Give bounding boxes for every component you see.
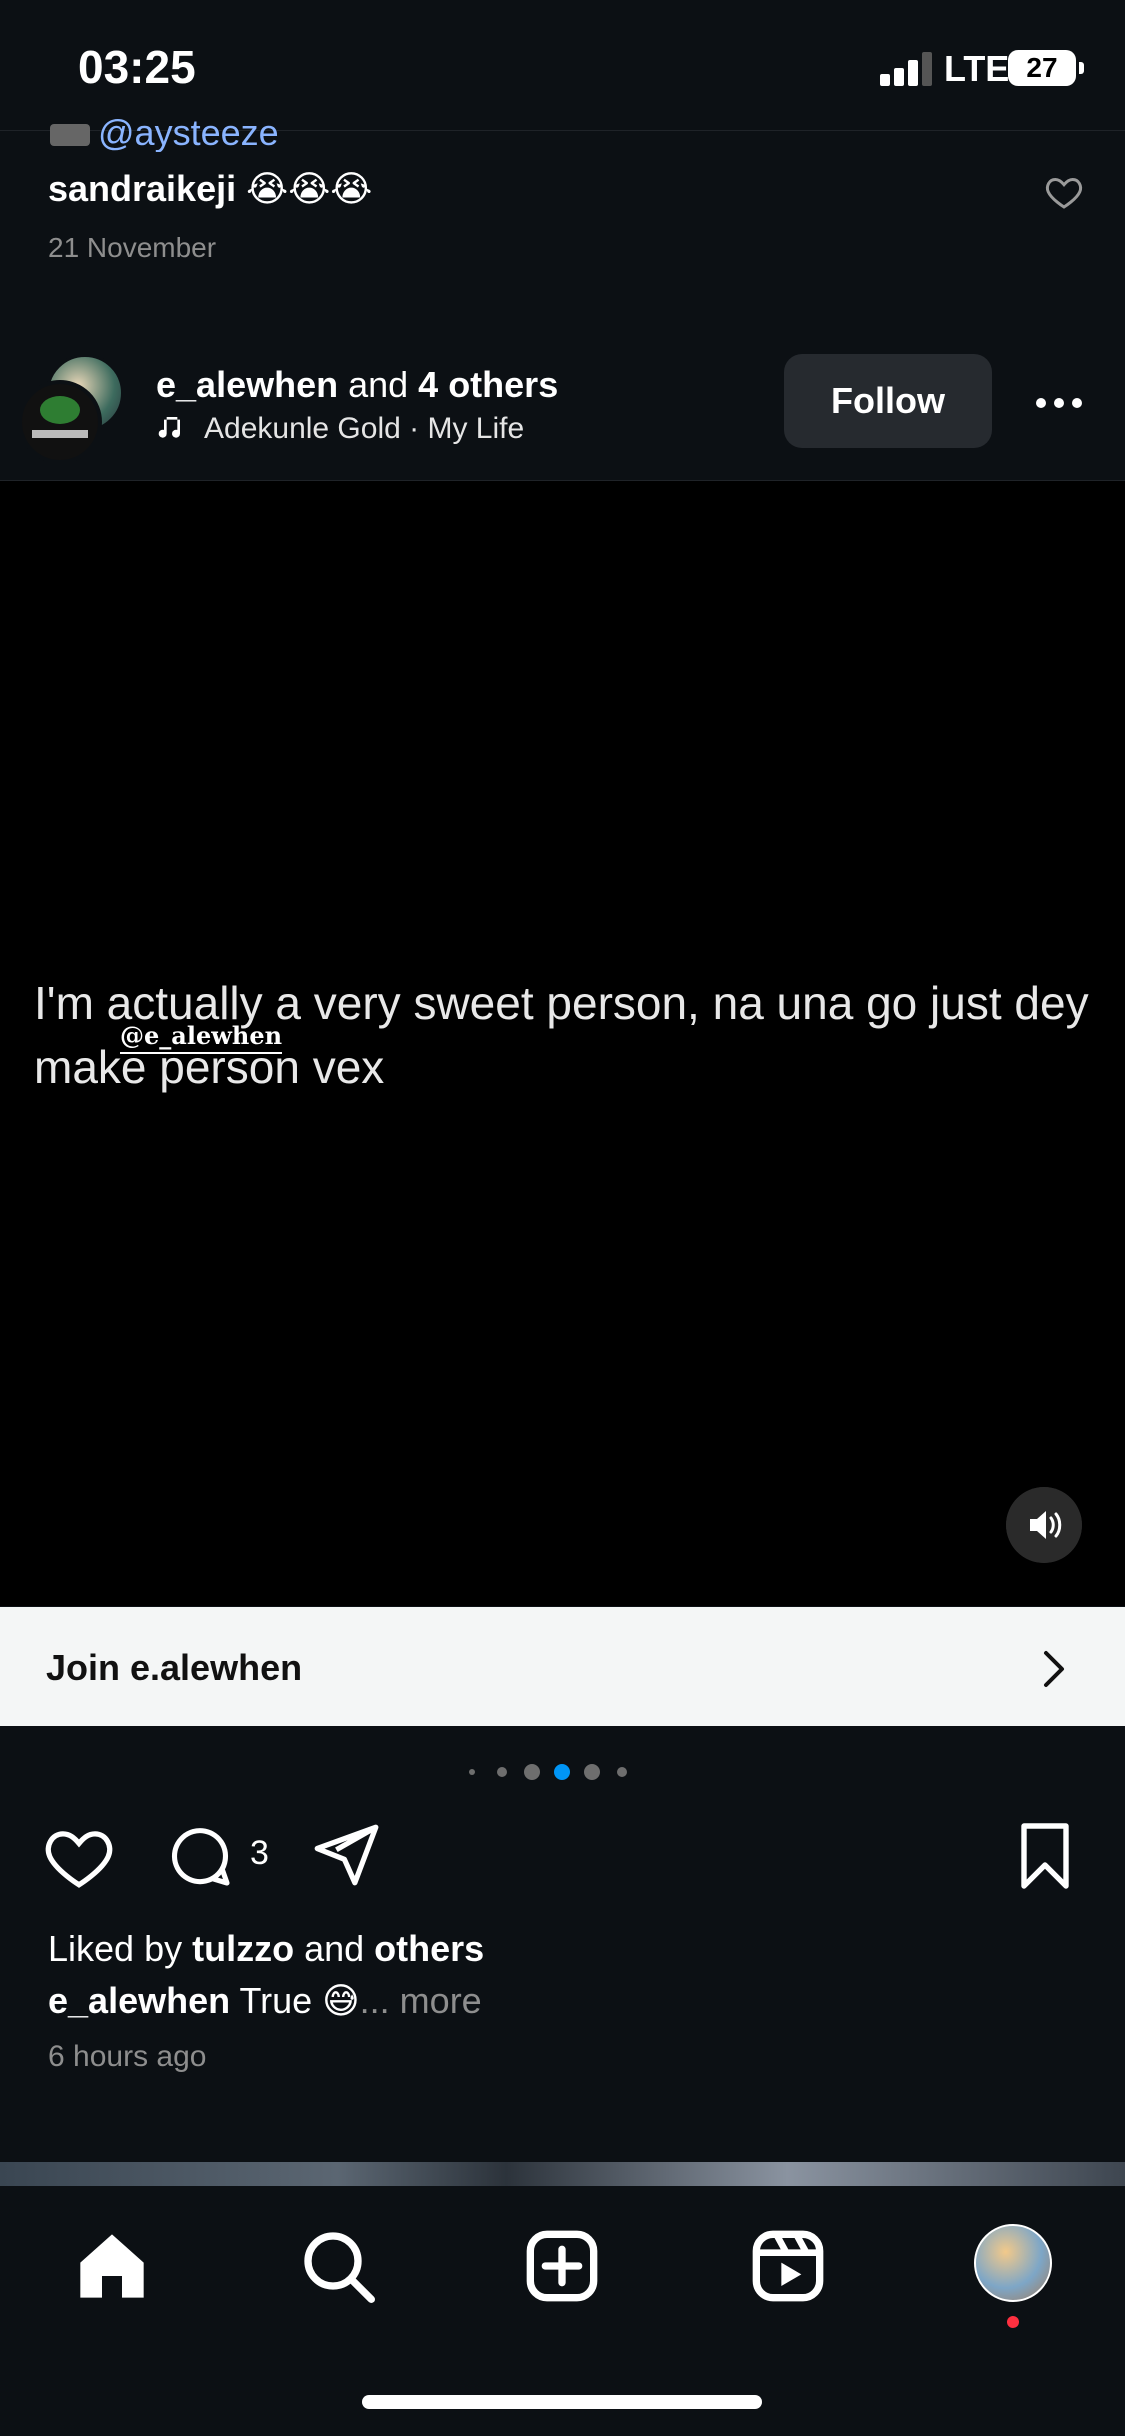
pager-dot bbox=[497, 1767, 507, 1777]
post-video[interactable]: I'm actually a very sweet person, na una… bbox=[0, 481, 1125, 1606]
author-joiner: and bbox=[338, 364, 419, 405]
carousel-pager bbox=[0, 1762, 1125, 1782]
previous-post-caption-user[interactable]: sandraikeji bbox=[48, 168, 236, 209]
post-authors[interactable]: e_alewhen and 4 others bbox=[156, 364, 558, 406]
post-caption[interactable]: e_alewhen True 😅... more bbox=[48, 1980, 482, 2022]
signal-icon bbox=[880, 52, 932, 86]
chevron-right-icon bbox=[1044, 1651, 1064, 1687]
caption-more-link[interactable]: ... more bbox=[360, 1980, 482, 2021]
liked-by-joiner: and bbox=[294, 1928, 375, 1969]
author-primary[interactable]: e_alewhen bbox=[156, 364, 338, 405]
battery-level: 27 bbox=[1026, 52, 1058, 83]
caption-text: True 😅 bbox=[230, 1980, 360, 2021]
home-icon[interactable] bbox=[72, 2226, 152, 2306]
bookmark-icon[interactable] bbox=[1014, 1820, 1076, 1892]
logo-wordmark bbox=[32, 430, 88, 438]
previous-post-caption-emojis: 😭😭😭 bbox=[246, 168, 373, 209]
heart-icon[interactable] bbox=[1044, 172, 1084, 212]
pager-dot bbox=[584, 1764, 600, 1780]
author-others[interactable]: 4 others bbox=[418, 364, 558, 405]
follow-button[interactable]: Follow bbox=[784, 354, 992, 448]
send-icon[interactable] bbox=[308, 1818, 382, 1892]
video-watermark-tag: @e_alewhen bbox=[120, 1021, 283, 1054]
caption-user[interactable]: e_alewhen bbox=[48, 1980, 230, 2021]
pager-dot bbox=[617, 1767, 627, 1777]
pager-dot-active bbox=[554, 1764, 570, 1780]
camera-icon bbox=[50, 124, 90, 147]
liked-by-others[interactable]: others bbox=[374, 1928, 484, 1969]
battery-icon: 27 bbox=[1008, 50, 1084, 86]
post-timestamp: 6 hours ago bbox=[48, 2040, 207, 2073]
liked-by-line[interactable]: Liked by tulzzo and others bbox=[48, 1928, 484, 1970]
search-icon[interactable] bbox=[298, 2226, 378, 2306]
heart-icon[interactable] bbox=[42, 1820, 116, 1894]
pager-dot bbox=[469, 1769, 475, 1775]
avatar[interactable] bbox=[974, 2224, 1052, 2302]
music-note-icon bbox=[158, 417, 181, 438]
reels-icon[interactable] bbox=[748, 2226, 828, 2306]
more-horizontal-icon[interactable] bbox=[1034, 396, 1084, 410]
liked-by-user[interactable]: tulzzo bbox=[192, 1928, 294, 1969]
previous-post-credit-handle: @aysteeze bbox=[98, 112, 279, 152]
logo-icon bbox=[40, 396, 80, 424]
liked-by-prefix: Liked by bbox=[48, 1928, 193, 1969]
status-time: 03:25 bbox=[78, 41, 196, 93]
post-header: e_alewhen and 4 others Adekunle Gold · M… bbox=[0, 330, 1125, 481]
pager-dot bbox=[524, 1764, 540, 1780]
join-label: Join e.alewhen bbox=[46, 1647, 303, 1688]
previous-post-caption: sandraikeji 😭😭😭 bbox=[48, 168, 372, 210]
comment-count: 3 bbox=[250, 1834, 269, 1872]
music-label: Adekunle Gold · My Life bbox=[204, 412, 525, 445]
home-indicator[interactable] bbox=[362, 2395, 762, 2409]
music-line[interactable]: Adekunle Gold · My Life bbox=[156, 412, 524, 446]
plus-square-icon[interactable] bbox=[522, 2226, 602, 2306]
previous-post-credit[interactable]: @aysteeze bbox=[50, 112, 279, 152]
avatar[interactable] bbox=[18, 380, 102, 464]
next-post-preview[interactable] bbox=[0, 2162, 1125, 2186]
previous-post-date: 21 November bbox=[48, 232, 217, 263]
comment-icon[interactable] bbox=[164, 1820, 236, 1892]
volume-icon[interactable] bbox=[1006, 1487, 1082, 1563]
notification-dot bbox=[1007, 2316, 1019, 2328]
join-channel-bar[interactable]: Join e.alewhen bbox=[0, 1607, 1125, 1726]
network-type: LTE bbox=[944, 48, 1010, 89]
